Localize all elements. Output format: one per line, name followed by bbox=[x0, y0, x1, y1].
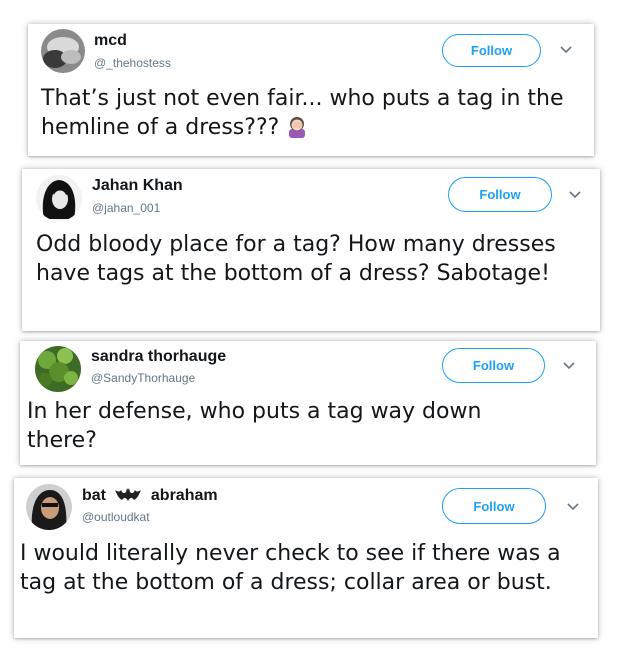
chevron-down-icon[interactable] bbox=[560, 46, 572, 54]
chevron-down-icon[interactable] bbox=[567, 503, 579, 511]
tweet-text: Odd bloody place for a tag? How many dre… bbox=[36, 232, 556, 287]
avatar[interactable] bbox=[41, 29, 85, 73]
follow-button[interactable]: Follow bbox=[442, 34, 541, 67]
woman-facepalming-icon bbox=[285, 114, 309, 146]
avatar[interactable] bbox=[36, 175, 82, 221]
user-name-part2: abraham bbox=[150, 487, 218, 504]
tweet-text: That’s just not even fair... who puts a … bbox=[41, 84, 581, 146]
follow-button[interactable]: Follow bbox=[442, 348, 545, 383]
user-name[interactable]: mcd bbox=[94, 32, 127, 50]
tweet-card: Jahan Khan @jahan_001 Follow Odd bloody … bbox=[22, 169, 600, 331]
chevron-down-icon[interactable] bbox=[569, 191, 581, 199]
user-handle[interactable]: @outloudkat bbox=[82, 510, 150, 524]
follow-button[interactable]: Follow bbox=[442, 488, 546, 524]
user-name[interactable]: sandra thorhauge bbox=[91, 348, 226, 366]
user-name[interactable]: Jahan Khan bbox=[92, 177, 183, 195]
avatar[interactable] bbox=[26, 484, 72, 530]
tweet-text: I would literally never check to see if … bbox=[20, 541, 561, 596]
user-name[interactable]: bat abraham bbox=[82, 486, 218, 507]
bat-icon bbox=[114, 486, 142, 507]
chevron-down-icon[interactable] bbox=[563, 362, 575, 370]
user-handle[interactable]: @_thehostess bbox=[94, 56, 171, 70]
tweet-text: In her defense, who puts a tag way down … bbox=[27, 399, 482, 454]
avatar[interactable] bbox=[35, 346, 81, 392]
tweet-card: sandra thorhauge @SandyThorhauge Follow … bbox=[20, 341, 596, 465]
tweet-card: bat abraham @outloudkat Follow I would l… bbox=[14, 478, 598, 638]
user-name-part1: bat bbox=[82, 487, 106, 504]
user-handle[interactable]: @jahan_001 bbox=[92, 201, 160, 215]
tweet-card: mcd @_thehostess Follow That’s just not … bbox=[28, 24, 594, 156]
user-handle[interactable]: @SandyThorhauge bbox=[91, 371, 195, 385]
follow-button[interactable]: Follow bbox=[448, 177, 552, 212]
